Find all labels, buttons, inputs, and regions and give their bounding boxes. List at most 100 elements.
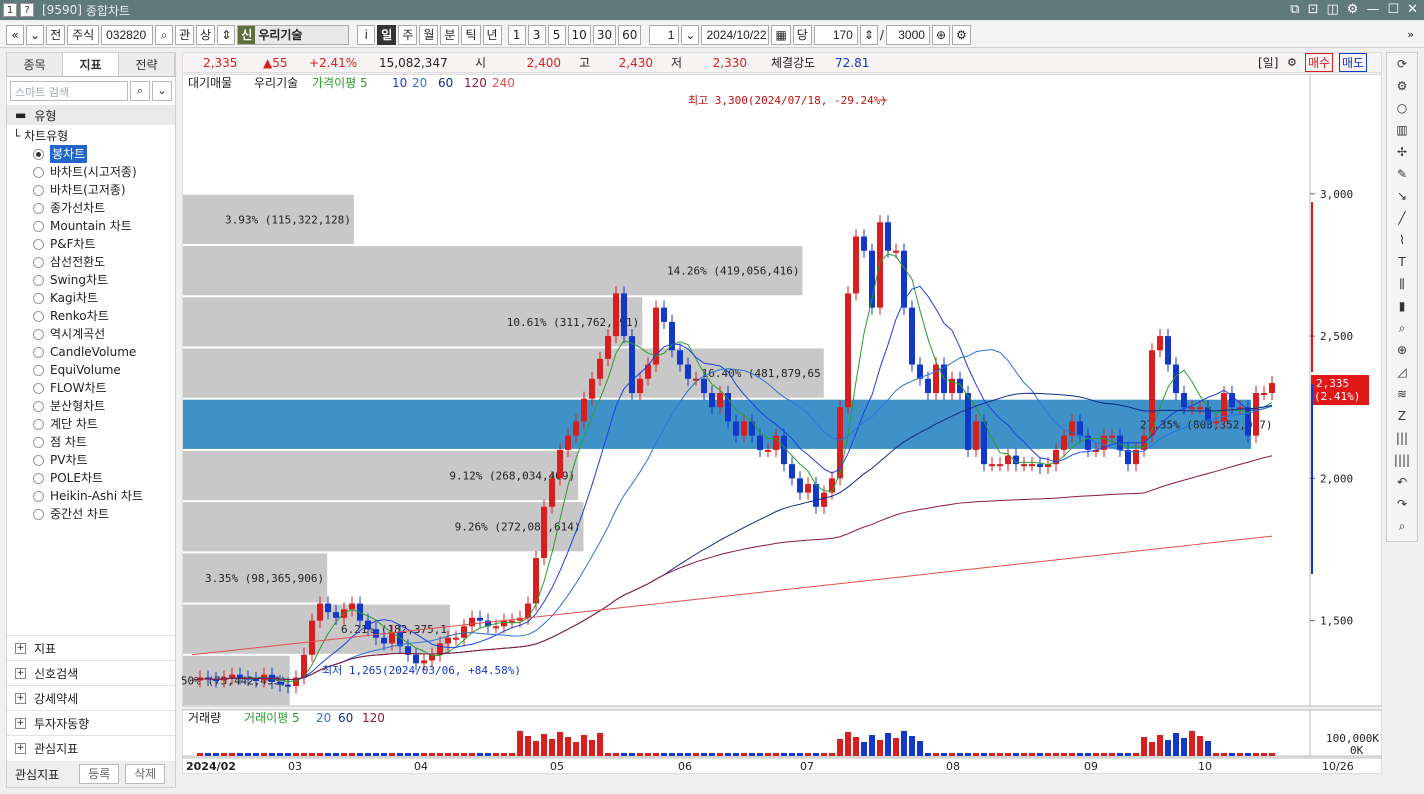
interval-5[interactable]: 5: [547, 24, 566, 45]
chart-type-item[interactable]: Heikin-Ashi 차트: [13, 487, 175, 505]
interval-60[interactable]: 60: [618, 24, 642, 45]
radio-icon[interactable]: [33, 346, 44, 358]
radio-icon[interactable]: [33, 472, 44, 484]
info-button[interactable]: i: [357, 24, 376, 45]
tab-indicator[interactable]: 지표: [63, 53, 119, 76]
delete-button[interactable]: 삭제: [125, 764, 166, 784]
search-button[interactable]: ⌕: [155, 24, 174, 45]
crosshair-icon[interactable]: ✢: [1387, 141, 1417, 163]
bars-input[interactable]: 170: [813, 24, 858, 45]
radio-icon[interactable]: [33, 310, 44, 322]
sang-button[interactable]: 상: [196, 24, 216, 45]
candle-icon[interactable]: ▮: [1387, 295, 1417, 317]
sell-button[interactable]: 매도: [1339, 53, 1368, 72]
interval-3[interactable]: 3: [527, 24, 546, 45]
pencil-icon[interactable]: ✎: [1387, 163, 1417, 185]
jeon-button[interactable]: 전: [46, 24, 66, 45]
arrow-icon[interactable]: ↘: [1387, 185, 1417, 207]
chart-type-item[interactable]: CandleVolume: [13, 343, 175, 361]
chart-type-item[interactable]: Swing차트: [13, 271, 175, 289]
grid-icon[interactable]: |||: [1387, 427, 1417, 449]
register-button[interactable]: 등록: [79, 764, 120, 784]
maximize-icon[interactable]: ☐: [1387, 2, 1399, 17]
tab-stock[interactable]: 종목: [7, 53, 63, 76]
zoom-icon[interactable]: ⊕: [1387, 339, 1417, 361]
period-year[interactable]: 년: [482, 24, 502, 45]
radio-icon[interactable]: [33, 256, 44, 268]
period-weekly[interactable]: 주: [398, 24, 418, 45]
zoom-in-icon[interactable]: ⊕: [931, 24, 951, 45]
chart-type-item[interactable]: 역시계곡선: [13, 325, 175, 343]
tab-strategy[interactable]: 전략: [119, 53, 175, 76]
history-dropdown[interactable]: ⌄: [26, 24, 45, 45]
chart-type-item[interactable]: 봉차트: [13, 145, 175, 163]
chart-type-item[interactable]: 바차트(고저종): [13, 181, 175, 199]
date-input[interactable]: 2024/10/22: [701, 24, 770, 45]
count-input[interactable]: 1: [649, 24, 680, 45]
bars-icon[interactable]: ||||: [1387, 449, 1417, 471]
radio-icon[interactable]: [33, 238, 44, 250]
group-favorites[interactable]: + 관심지표: [7, 735, 175, 760]
measure-icon[interactable]: ◿: [1387, 361, 1417, 383]
camera-icon[interactable]: ◫: [1326, 2, 1338, 17]
chart-type-item[interactable]: EquiVolume: [13, 361, 175, 379]
expand-icon[interactable]: ⌄: [152, 81, 172, 101]
up-down-icon[interactable]: ⇕: [217, 24, 236, 45]
refresh-icon[interactable]: ⟳: [1387, 53, 1417, 75]
group-signal[interactable]: + 신호검색: [7, 660, 175, 685]
radio-icon[interactable]: [33, 148, 44, 160]
chart-type-item[interactable]: 바차트(시고저종): [13, 163, 175, 181]
radio-icon[interactable]: [33, 166, 44, 178]
radio-icon[interactable]: [33, 436, 44, 448]
count-dropdown[interactable]: ⌄: [681, 24, 700, 45]
chart-type-item[interactable]: 중간선 차트: [13, 505, 175, 523]
help-icon[interactable]: ?: [20, 3, 34, 17]
radio-icon[interactable]: [33, 400, 44, 412]
group-indicator[interactable]: + 지표: [7, 635, 175, 660]
chart-type-item[interactable]: Mountain 차트: [13, 217, 175, 235]
search-icon[interactable]: ⌕: [130, 81, 150, 101]
circle-icon[interactable]: ○: [1387, 97, 1417, 119]
chart-area[interactable]: 2.50% (73,442,493)6.21% (182,375,13.35% …: [168, 73, 1383, 775]
text-icon[interactable]: T: [1387, 251, 1417, 273]
chart-type-item[interactable]: Kagi차트: [13, 289, 175, 307]
group-strength[interactable]: + 강세약세: [7, 685, 175, 710]
chart-type-item[interactable]: 종가선차트: [13, 199, 175, 217]
dang-button[interactable]: 당: [792, 24, 812, 45]
chart-type-item[interactable]: 계단 차트: [13, 415, 175, 433]
radio-icon[interactable]: [33, 508, 44, 520]
minimize-icon[interactable]: —: [1366, 2, 1379, 17]
interval-30[interactable]: 30: [592, 24, 617, 45]
radio-icon[interactable]: [33, 184, 44, 196]
total-input[interactable]: 3000: [885, 24, 930, 45]
chart-type-item[interactable]: PV차트: [13, 451, 175, 469]
stock-code-input[interactable]: 032820: [101, 24, 154, 45]
channel-icon[interactable]: ⫼: [1387, 273, 1417, 295]
auto-trend-icon[interactable]: ⌇: [1387, 229, 1417, 251]
chart-type-item[interactable]: 삼선전환도: [13, 253, 175, 271]
pin-icon[interactable]: ⊡: [1308, 2, 1319, 17]
chart-settings-icon[interactable]: ⚙: [952, 24, 971, 45]
candlestick-chart[interactable]: 2.50% (73,442,493)6.21% (182,375,13.35% …: [168, 73, 1383, 775]
chart-type-item[interactable]: P&F차트: [13, 235, 175, 253]
zigzag-icon[interactable]: Z: [1387, 405, 1417, 427]
chart-type-item[interactable]: Renko차트: [13, 307, 175, 325]
interval-10[interactable]: 10: [567, 24, 591, 45]
group-investor[interactable]: + 투자자동향: [7, 710, 175, 735]
gwan-button[interactable]: 관: [175, 24, 195, 45]
redo-icon[interactable]: ↷: [1387, 493, 1417, 515]
gear-icon[interactable]: ⚙: [1387, 75, 1417, 97]
period-tick[interactable]: 틱: [461, 24, 481, 45]
radio-icon[interactable]: [33, 418, 44, 430]
settings-icon[interactable]: ⚙: [1347, 2, 1359, 17]
radio-icon[interactable]: [33, 292, 44, 304]
radio-icon[interactable]: [33, 382, 44, 394]
tree-root[interactable]: └ 차트유형: [13, 127, 175, 145]
radio-icon[interactable]: [33, 364, 44, 376]
market-type-select[interactable]: 주식: [67, 24, 100, 45]
chart-type-item[interactable]: FLOW차트: [13, 379, 175, 397]
quote-settings-icon[interactable]: ⚙: [1287, 56, 1297, 69]
buy-button[interactable]: 매수: [1305, 53, 1334, 72]
radio-icon[interactable]: [33, 220, 44, 232]
calendar-icon[interactable]: ▦: [771, 24, 791, 45]
